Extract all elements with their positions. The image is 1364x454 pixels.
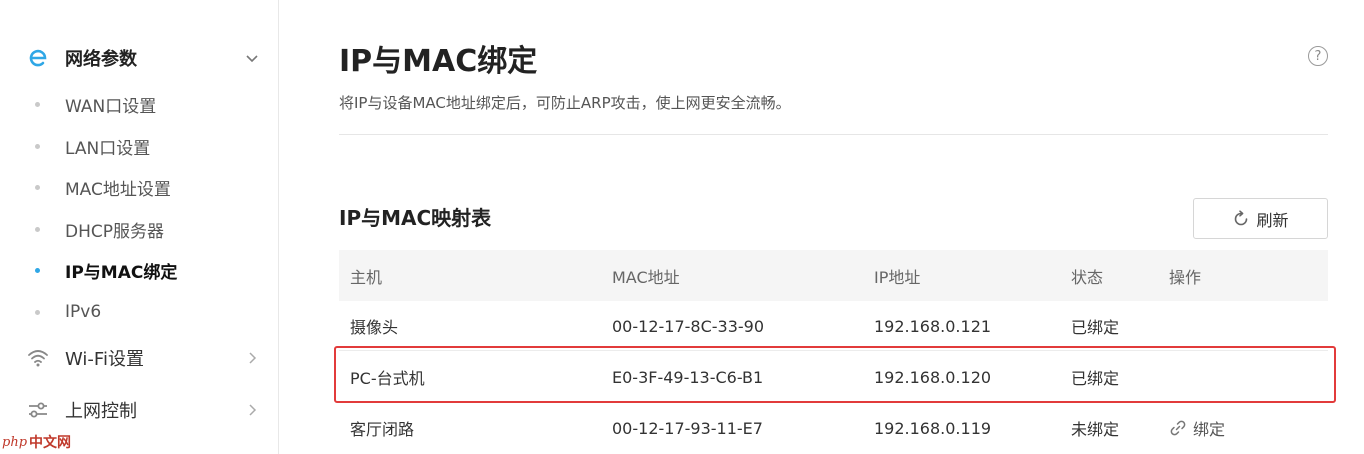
sidebar-item-label: IP与MAC绑定 (65, 262, 178, 283)
sidebar-group-access-control[interactable]: 上网控制 (0, 390, 279, 430)
sidebar-item-ip-mac-binding[interactable]: IP与MAC绑定 (0, 253, 279, 287)
refresh-icon (1235, 209, 1248, 225)
sidebar-item-lan[interactable]: LAN口设置 (0, 129, 279, 163)
chevron-down-icon (244, 50, 260, 66)
bullet-dot (35, 143, 40, 149)
wifi-icon (27, 347, 49, 369)
cell-ip: 192.168.0.120 (874, 367, 992, 387)
ip-mac-table: 主机 MAC地址 IP地址 状态 操作 摄像头 00-12-17-8C-33-9… (334, 250, 1336, 439)
sidebar-group-network[interactable]: 网络参数 (0, 38, 279, 78)
watermark-php: php (2, 434, 28, 450)
sidebar-item-label: DHCP服务器 (65, 221, 164, 242)
cell-status: 未绑定 (1071, 420, 1120, 439)
table-row: 摄像头 00-12-17-8C-33-90 192.168.0.121 已绑定 (339, 301, 1328, 351)
network-e-icon (27, 47, 49, 69)
cell-ip: 192.168.0.119 (874, 418, 992, 438)
table-row: PC-台式机 E0-3F-49-13-C6-B1 192.168.0.120 已… (339, 352, 1328, 402)
refresh-button[interactable]: 刷新 (1193, 198, 1328, 239)
main-content: IP与MAC绑定 ? 将IP与设备MAC地址绑定后，可防止ARP攻击，使上网更安… (334, 0, 1336, 454)
sidebar-item-label: WAN口设置 (65, 96, 157, 117)
cell-host: 客厅闭路 (350, 420, 415, 439)
column-header-mac: MAC地址 (612, 267, 680, 287)
bind-label: 绑定 (1193, 420, 1226, 439)
cell-status: 已绑定 (1071, 318, 1120, 337)
column-header-status: 状态 (1071, 267, 1104, 287)
chevron-right-icon (244, 402, 260, 418)
watermark-cn: 中文网 (29, 435, 72, 451)
sidebar-group-label: Wi-Fi设置 (65, 349, 144, 370)
cell-mac: E0-3F-49-13-C6-B1 (612, 367, 764, 387)
sliders-icon (27, 399, 49, 421)
sidebar-item-dhcp[interactable]: DHCP服务器 (0, 212, 279, 246)
divider (339, 134, 1328, 135)
sidebar-item-ipv6[interactable]: IPv6 (0, 295, 279, 329)
sidebar-item-mac[interactable]: MAC地址设置 (0, 170, 279, 204)
page-description: 将IP与设备MAC地址绑定后，可防止ARP攻击，使上网更安全流畅。 (339, 94, 791, 112)
sidebar-item-wan[interactable]: WAN口设置 (0, 87, 279, 121)
sidebar-item-label: MAC地址设置 (65, 179, 171, 200)
sidebar: 网络参数 WAN口设置 LAN口设置 MAC地址设置 DHCP服务器 IP与MA… (0, 0, 279, 454)
bind-button[interactable]: 绑定 (1169, 403, 1225, 453)
sidebar-group-label: 网络参数 (65, 49, 137, 70)
sidebar-group-wifi[interactable]: Wi-Fi设置 (0, 338, 279, 378)
link-icon (1170, 420, 1186, 436)
chevron-right-icon (244, 350, 260, 366)
sidebar-group-label: 上网控制 (65, 401, 137, 422)
php-watermark: php 中文网 (0, 430, 71, 454)
cell-mac: 00-12-17-93-11-E7 (612, 418, 763, 438)
table-row: 客厅闭路 00-12-17-93-11-E7 192.168.0.119 未绑定… (339, 403, 1328, 453)
bullet-dot (35, 184, 40, 190)
help-icon[interactable]: ? (1308, 46, 1328, 66)
section-title: IP与MAC映射表 (339, 206, 492, 230)
sidebar-item-label: IPv6 (65, 302, 102, 322)
cell-host: PC-台式机 (350, 369, 425, 388)
bullet-dot (35, 101, 40, 107)
cell-ip: 192.168.0.121 (874, 316, 992, 336)
bullet-dot (35, 226, 40, 232)
table-header: 主机 MAC地址 IP地址 状态 操作 (339, 250, 1328, 301)
column-header-action: 操作 (1169, 267, 1202, 287)
cell-mac: 00-12-17-8C-33-90 (612, 316, 765, 336)
bullet-dot (35, 267, 40, 273)
sidebar-item-label: LAN口设置 (65, 138, 151, 159)
cell-status: 已绑定 (1071, 369, 1120, 388)
page-title: IP与MAC绑定 (339, 44, 538, 79)
cell-host: 摄像头 (350, 318, 399, 337)
refresh-label: 刷新 (1256, 210, 1289, 230)
column-header-host: 主机 (350, 267, 383, 287)
column-header-ip: IP地址 (874, 267, 921, 287)
bullet-dot (35, 309, 40, 315)
